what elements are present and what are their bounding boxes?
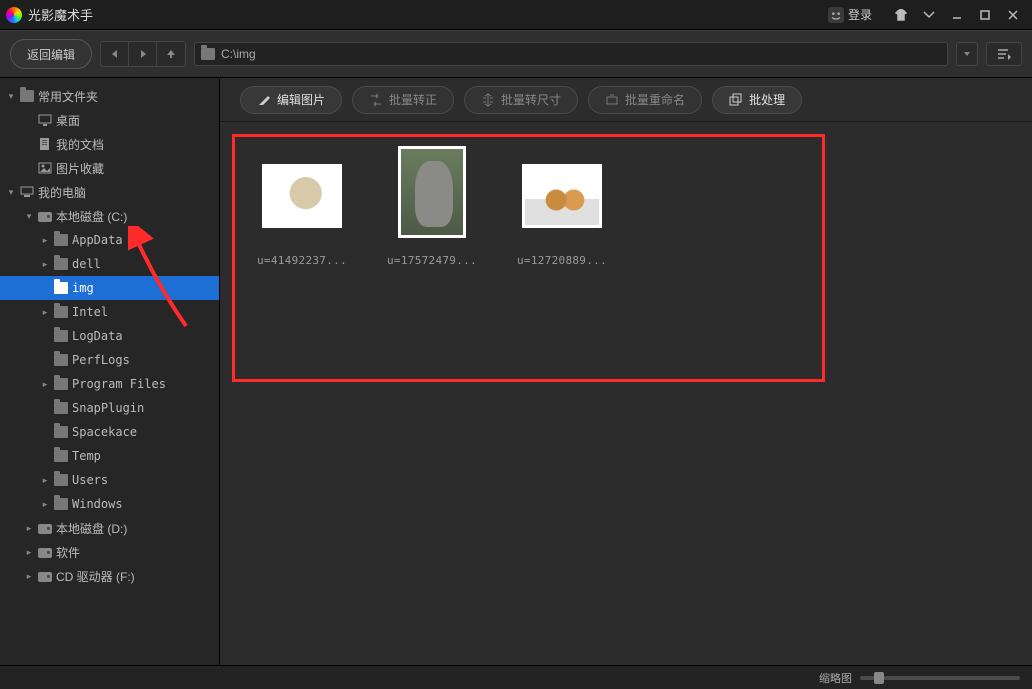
tree-drive-soft[interactable]: ▸软件	[0, 540, 219, 564]
batch-orient-button[interactable]: 批量转正	[352, 86, 454, 114]
thumbnail-image	[262, 164, 342, 228]
tree-folder-users[interactable]: ▸Users	[0, 468, 219, 492]
minimize-button[interactable]	[944, 5, 970, 25]
tree-folder-snapplugin[interactable]: SnapPlugin	[0, 396, 219, 420]
maximize-button[interactable]	[972, 5, 998, 25]
thumbnail-label: u=12720889...	[512, 254, 612, 267]
tree-folder-program-files[interactable]: ▸Program Files	[0, 372, 219, 396]
tree-favorites[interactable]: ▾常用文件夹	[0, 84, 219, 108]
tree-desktop[interactable]: 桌面	[0, 108, 219, 132]
title-bar: 光影魔术手 登录	[0, 0, 1032, 30]
thumbnail-label: u=17572479...	[382, 254, 482, 267]
thumbnail-label: u=41492237...	[252, 254, 352, 267]
close-button[interactable]	[1000, 5, 1026, 25]
folder-tree[interactable]: ▾常用文件夹 桌面 我的文档 图片收藏 ▾我的电脑 ▾本地磁盘 (C:) ▸Ap…	[0, 78, 220, 665]
nav-up-button[interactable]	[157, 42, 185, 66]
back-to-edit-button[interactable]: 返回编辑	[10, 39, 92, 69]
tree-folder-spacekace[interactable]: Spacekace	[0, 420, 219, 444]
tree-folder-windows[interactable]: ▸Windows	[0, 492, 219, 516]
nav-toolbar: 返回编辑 C:\img	[0, 30, 1032, 78]
tree-folder-dell[interactable]: ▸dell	[0, 252, 219, 276]
sort-button[interactable]	[986, 42, 1022, 66]
address-bar[interactable]: C:\img	[194, 42, 948, 66]
batch-process-button[interactable]: 批处理	[712, 86, 802, 114]
thumb-size-slider[interactable]	[860, 676, 1020, 680]
tree-drive-d[interactable]: ▸本地磁盘 (D:)	[0, 516, 219, 540]
tree-mycomputer[interactable]: ▾我的电脑	[0, 180, 219, 204]
login-button[interactable]: 登录	[822, 4, 878, 25]
tree-folder-appdata[interactable]: ▸AppData	[0, 228, 219, 252]
menu-down-button[interactable]	[916, 5, 942, 25]
address-path: C:\img	[221, 47, 256, 61]
thumbnail-item[interactable]: u=41492237...	[252, 146, 352, 267]
tree-documents[interactable]: 我的文档	[0, 132, 219, 156]
thumbnail-item[interactable]: u=12720889...	[512, 146, 612, 267]
action-bar: 编辑图片 批量转正 批量转尺寸 批量重命名 批处理	[220, 78, 1032, 122]
app-title: 光影魔术手	[28, 5, 822, 24]
login-label: 登录	[848, 6, 872, 23]
nav-group	[100, 41, 186, 67]
folder-icon	[201, 48, 215, 60]
main-area: 编辑图片 批量转正 批量转尺寸 批量重命名 批处理	[220, 78, 1032, 665]
avatar-icon	[828, 7, 844, 23]
app-icon	[6, 7, 22, 23]
tree-picfav[interactable]: 图片收藏	[0, 156, 219, 180]
thumbnail-item[interactable]: u=17572479...	[382, 146, 482, 267]
thumbnail-image	[522, 164, 602, 228]
address-dropdown[interactable]	[956, 42, 978, 66]
tree-folder-intel[interactable]: ▸Intel	[0, 300, 219, 324]
nav-forward-button[interactable]	[129, 42, 157, 66]
status-bar: 缩略图	[0, 665, 1032, 689]
tree-drive-c[interactable]: ▾本地磁盘 (C:)	[0, 204, 219, 228]
edit-image-button[interactable]: 编辑图片	[240, 86, 342, 114]
nav-back-button[interactable]	[101, 42, 129, 66]
thumb-size-label: 缩略图	[819, 670, 852, 686]
tree-folder-temp[interactable]: Temp	[0, 444, 219, 468]
thumbnail-grid[interactable]: u=41492237... u=17572479... u=12720889..…	[220, 122, 1032, 665]
batch-rename-button[interactable]: 批量重命名	[588, 86, 702, 114]
skin-button[interactable]	[888, 5, 914, 25]
thumbnail-image	[398, 146, 466, 238]
batch-resize-button[interactable]: 批量转尺寸	[464, 86, 578, 114]
tree-folder-img[interactable]: img	[0, 276, 219, 300]
tree-folder-perflogs[interactable]: PerfLogs	[0, 348, 219, 372]
tree-drive-f[interactable]: ▸CD 驱动器 (F:)	[0, 564, 219, 588]
tree-folder-logdata[interactable]: LogData	[0, 324, 219, 348]
